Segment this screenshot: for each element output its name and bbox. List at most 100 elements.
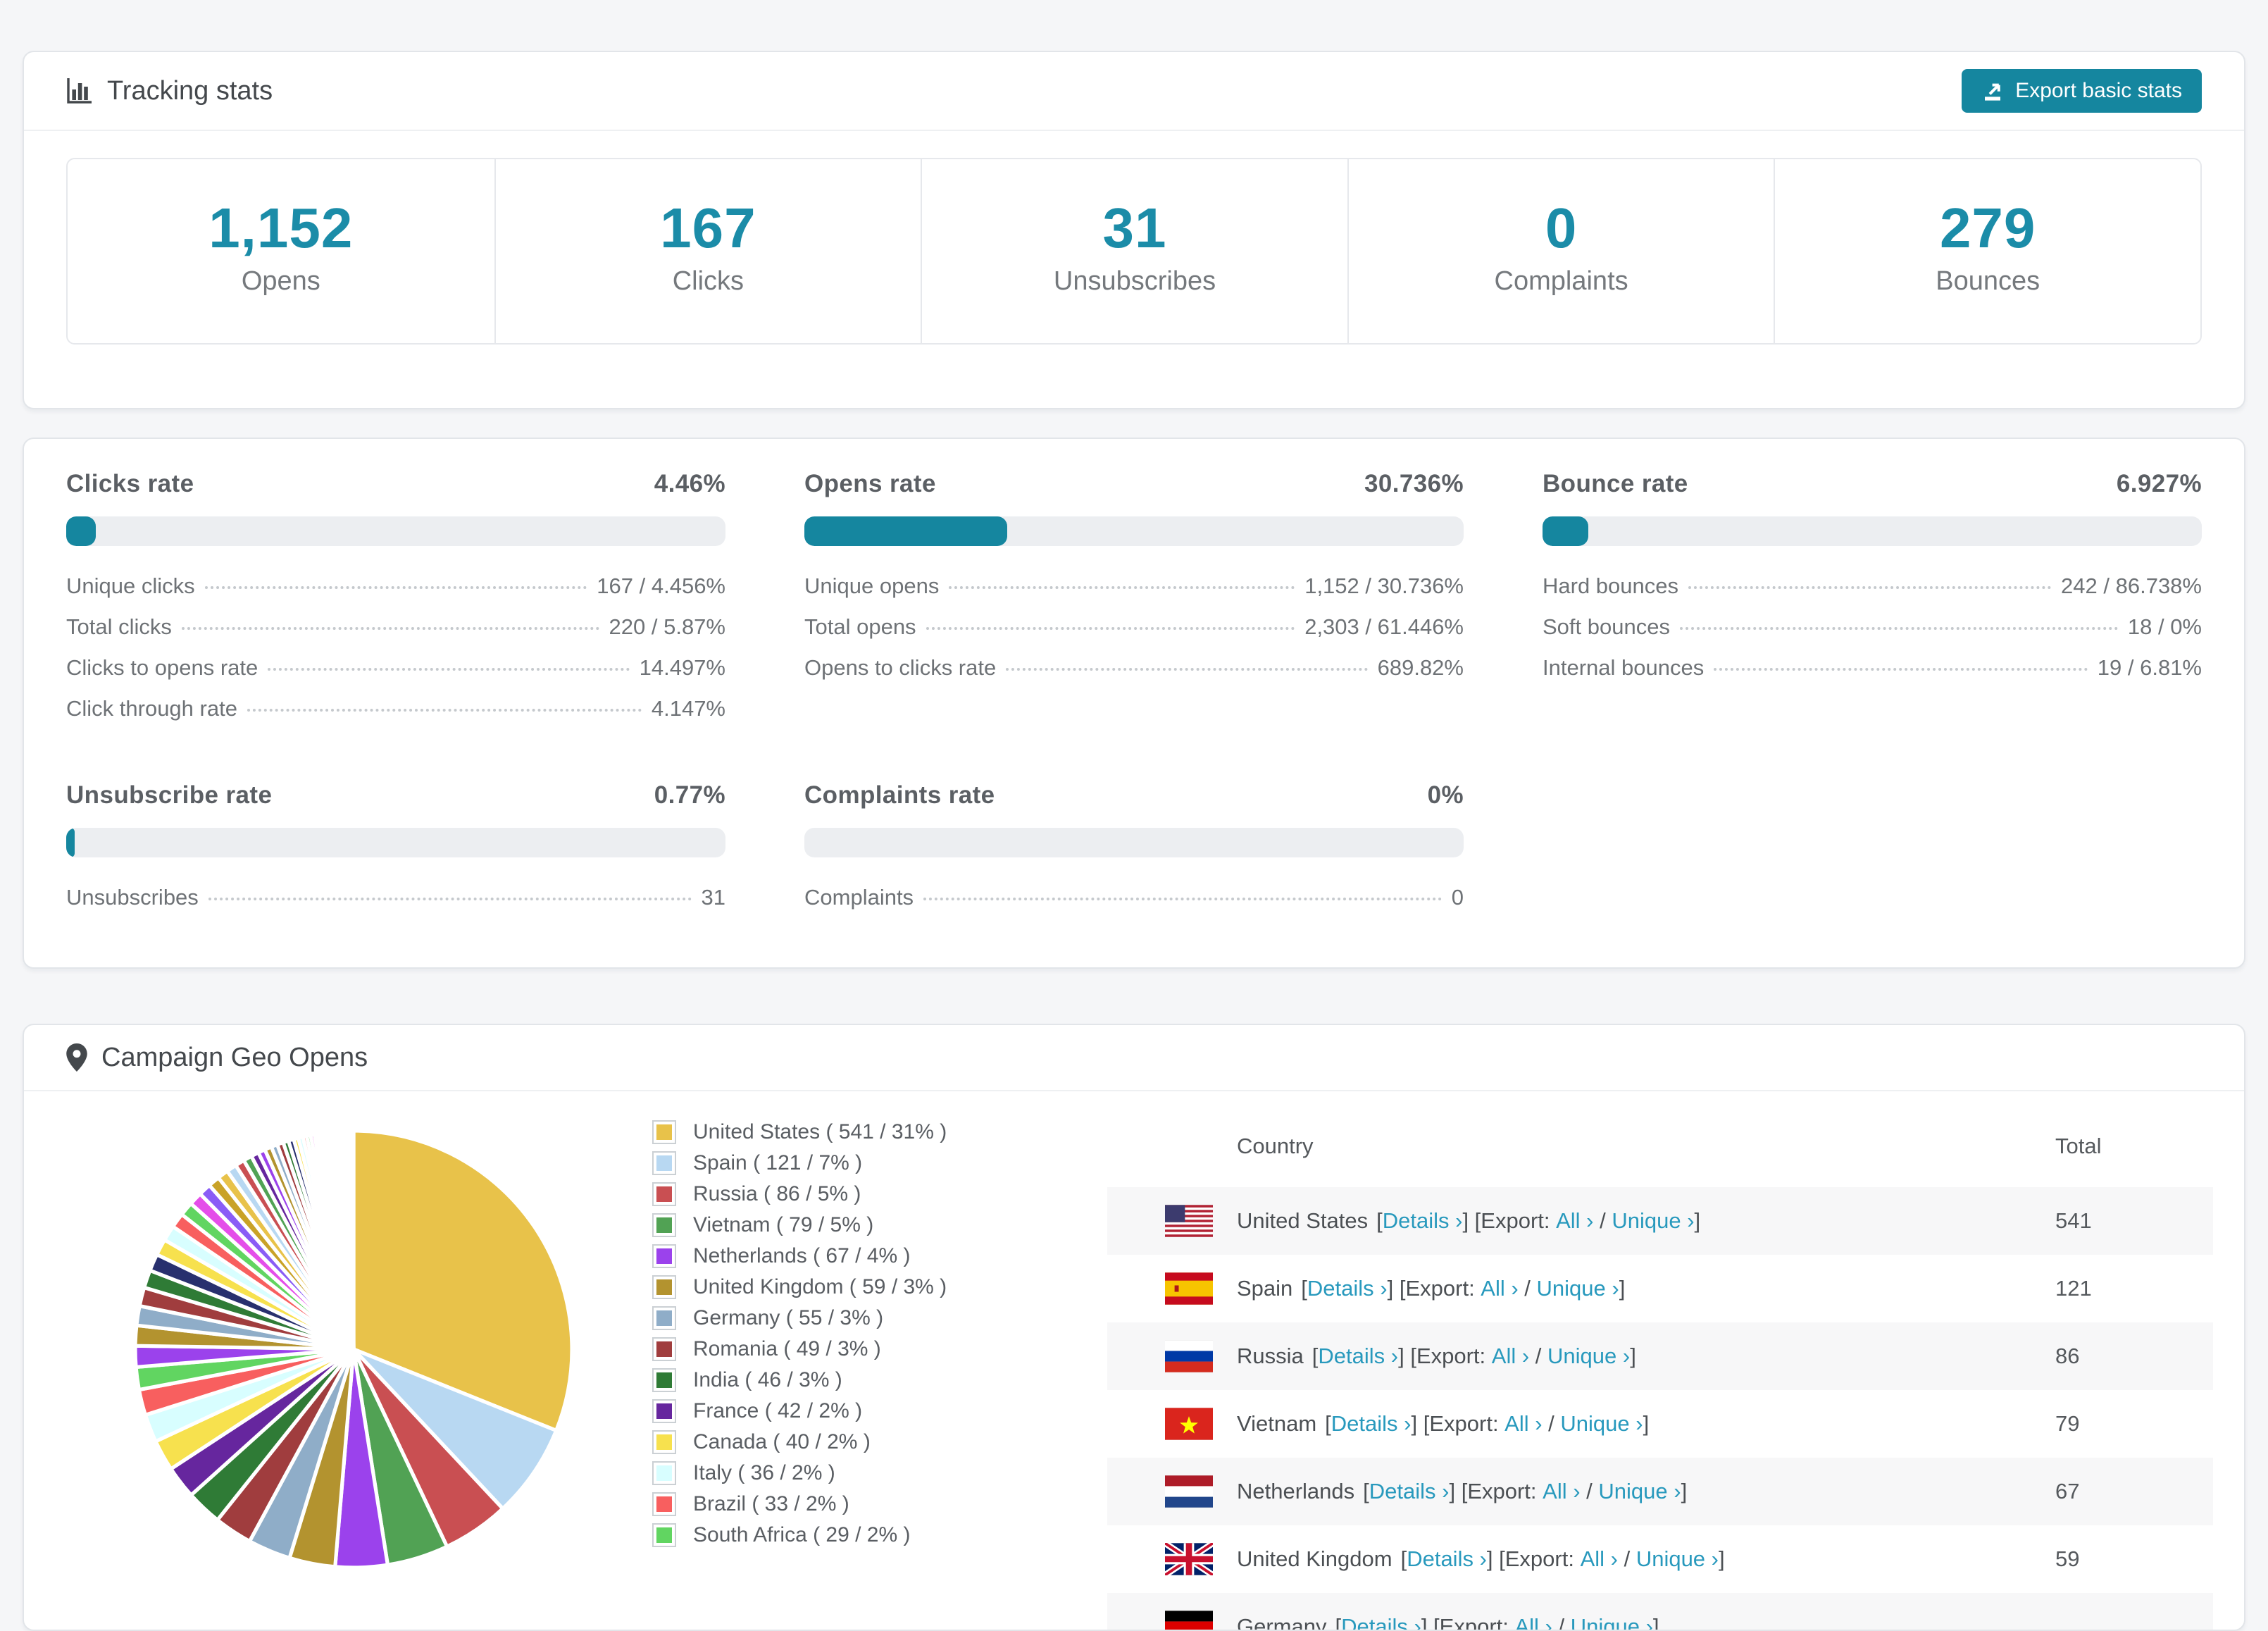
total-cell: 79 bbox=[2055, 1411, 2080, 1436]
country-cell: Netherlands[Details ›] [Export: All › / … bbox=[1165, 1475, 2055, 1508]
gb-flag-icon bbox=[1165, 1543, 1213, 1575]
bracket: ] [ bbox=[1462, 1208, 1481, 1233]
legend-swatch-color bbox=[656, 1155, 672, 1171]
legend-swatch bbox=[652, 1337, 676, 1361]
legend-label: Romania ( 49 / 3% ) bbox=[693, 1337, 881, 1360]
export-all-link[interactable]: All › bbox=[1581, 1546, 1618, 1572]
geo-opens-pie-chart bbox=[133, 1129, 574, 1570]
de-flag-icon bbox=[1165, 1611, 1213, 1630]
legend-item: Germany ( 55 / 3% ) bbox=[652, 1303, 947, 1334]
country-cell: United Kingdom [Details ›] [Export: All ›… bbox=[1165, 1543, 2055, 1575]
slash: / bbox=[1529, 1344, 1547, 1368]
ru-flag-icon bbox=[1165, 1340, 1213, 1372]
dotted-leader bbox=[923, 898, 1442, 900]
export-unique-link[interactable]: Unique › bbox=[1547, 1344, 1630, 1369]
rate-panel-title: Complaints rate bbox=[804, 781, 995, 809]
bracket: ] [ bbox=[1398, 1344, 1416, 1368]
geo-header: Campaign Geo Opens bbox=[24, 1025, 2244, 1090]
details-link[interactable]: Details › bbox=[1383, 1208, 1463, 1234]
rate-row-label: Click through rate bbox=[66, 696, 237, 721]
rate-row-label: Soft bounces bbox=[1543, 614, 1670, 639]
tracking-stats-card: Tracking stats Export basic stats 1,152 O… bbox=[23, 51, 2245, 409]
rate-row-value: 167 / 4.456% bbox=[597, 573, 725, 598]
progress-bar bbox=[804, 516, 1464, 546]
details-link[interactable]: Details › bbox=[1307, 1276, 1388, 1301]
stat-box-complaints: 0 Complaints bbox=[1347, 159, 1774, 343]
legend-swatch bbox=[652, 1461, 676, 1485]
rate-row-value: 220 / 5.87% bbox=[609, 614, 725, 639]
total-cell: 67 bbox=[2055, 1479, 2080, 1503]
dotted-leader bbox=[1006, 668, 1368, 671]
bracket: ] bbox=[1619, 1276, 1626, 1301]
progress-bar-fill bbox=[66, 516, 96, 546]
export-unique-link[interactable]: Unique › bbox=[1560, 1411, 1643, 1437]
summary-stat-boxes: 1,152 Opens 167 Clicks 31 Unsubscribes 0 Compla… bbox=[66, 158, 2202, 345]
legend-swatch bbox=[652, 1120, 676, 1144]
export-basic-stats-button[interactable]: Export basic stats bbox=[1962, 69, 2202, 113]
rate-row: Unique clicks 167 / 4.456% bbox=[66, 573, 725, 598]
slash: / bbox=[1580, 1479, 1599, 1503]
details-link[interactable]: Details › bbox=[1369, 1479, 1450, 1504]
rate-panel-opens: Opens rate 30.736% Unique opens 1,152 / 30.… bbox=[804, 470, 1464, 719]
progress-bar-fill bbox=[804, 516, 1007, 546]
bracket: ] [ bbox=[1449, 1479, 1468, 1503]
export-all-link[interactable]: All › bbox=[1492, 1344, 1529, 1369]
export-all-link[interactable]: All › bbox=[1481, 1276, 1518, 1301]
rate-panel-title: Opens rate bbox=[804, 470, 936, 497]
country-cell: Germany [Details ›] [Export: All › / Uniq… bbox=[1165, 1611, 2055, 1630]
rate-row-value: 4.147% bbox=[651, 696, 725, 721]
legend-swatch-color bbox=[656, 1186, 672, 1202]
legend-item: India ( 46 / 3% ) bbox=[652, 1365, 947, 1396]
rate-row: Opens to clicks rate 689.82% bbox=[804, 657, 1464, 678]
legend-swatch-color bbox=[656, 1465, 672, 1481]
rates-grid: Clicks rate 4.46% Unique clicks 167 / 4.456… bbox=[66, 470, 2202, 908]
export-unique-link[interactable]: Unique › bbox=[1636, 1546, 1719, 1572]
legend-swatch-color bbox=[656, 1434, 672, 1450]
dotted-leader bbox=[1679, 627, 2118, 630]
slash: / bbox=[1593, 1208, 1612, 1233]
country-cell: Russia [Details ›] [Export: All › / Uniqu… bbox=[1165, 1340, 2055, 1372]
rate-panel-title: Unsubscribe rate bbox=[66, 781, 273, 809]
export-unique-link[interactable]: Unique › bbox=[1571, 1614, 1653, 1630]
rate-row-label: Total clicks bbox=[66, 614, 172, 639]
stat-box-unsubscribes: 31 Unsubscribes bbox=[921, 159, 1347, 343]
legend-item: Italy ( 36 / 2% ) bbox=[652, 1458, 947, 1489]
export-label: Export: bbox=[1504, 1546, 1581, 1571]
country-name: Vietnam bbox=[1237, 1411, 1317, 1436]
export-label: Export: bbox=[1439, 1614, 1515, 1630]
rate-panel-value: 0.77% bbox=[654, 781, 725, 809]
export-all-link[interactable]: All › bbox=[1543, 1479, 1580, 1504]
details-link[interactable]: Details › bbox=[1407, 1546, 1487, 1572]
export-unique-link[interactable]: Unique › bbox=[1612, 1208, 1694, 1234]
country-cell: United States[Details ›] [Export: All › … bbox=[1165, 1205, 2055, 1237]
bracket: ] [ bbox=[1387, 1276, 1406, 1301]
details-link[interactable]: Details › bbox=[1318, 1344, 1398, 1369]
export-all-link[interactable]: All › bbox=[1504, 1411, 1542, 1437]
export-icon bbox=[1981, 80, 2004, 102]
rate-row-label: Unsubscribes bbox=[66, 885, 199, 910]
export-label: Export: bbox=[1481, 1208, 1557, 1233]
details-link[interactable]: Details › bbox=[1331, 1411, 1412, 1437]
country-name: Spain bbox=[1237, 1276, 1293, 1301]
rate-row: Hard bounces 242 / 86.738% bbox=[1543, 573, 2202, 598]
dotted-leader bbox=[247, 709, 642, 712]
rate-row-value: 0 bbox=[1451, 885, 1464, 910]
export-unique-link[interactable]: Unique › bbox=[1598, 1479, 1681, 1504]
details-link[interactable]: Details › bbox=[1341, 1614, 1421, 1630]
rate-rows: Complaints 0 bbox=[804, 885, 1464, 910]
total-cell: 121 bbox=[2055, 1276, 2092, 1301]
export-unique-link[interactable]: Unique › bbox=[1537, 1276, 1619, 1301]
dotted-leader bbox=[208, 898, 692, 900]
legend-swatch-color bbox=[656, 1279, 672, 1295]
bracket: ] bbox=[1694, 1208, 1701, 1233]
bar-chart-icon bbox=[66, 77, 93, 104]
rate-row: Total clicks 220 / 5.87% bbox=[66, 616, 725, 638]
rate-row-value: 242 / 86.738% bbox=[2061, 573, 2202, 598]
table-row-de: Germany [Details ›] [Export: All › / Uniq… bbox=[1107, 1593, 2213, 1630]
export-all-link[interactable]: All › bbox=[1514, 1614, 1552, 1630]
legend-label: Italy ( 36 / 2% ) bbox=[693, 1461, 835, 1484]
nl-flag-icon bbox=[1165, 1475, 1213, 1508]
rate-row-label: Unique clicks bbox=[66, 573, 195, 598]
rate-panel-head: Clicks rate 4.46% bbox=[66, 470, 725, 498]
export-all-link[interactable]: All › bbox=[1556, 1208, 1593, 1234]
